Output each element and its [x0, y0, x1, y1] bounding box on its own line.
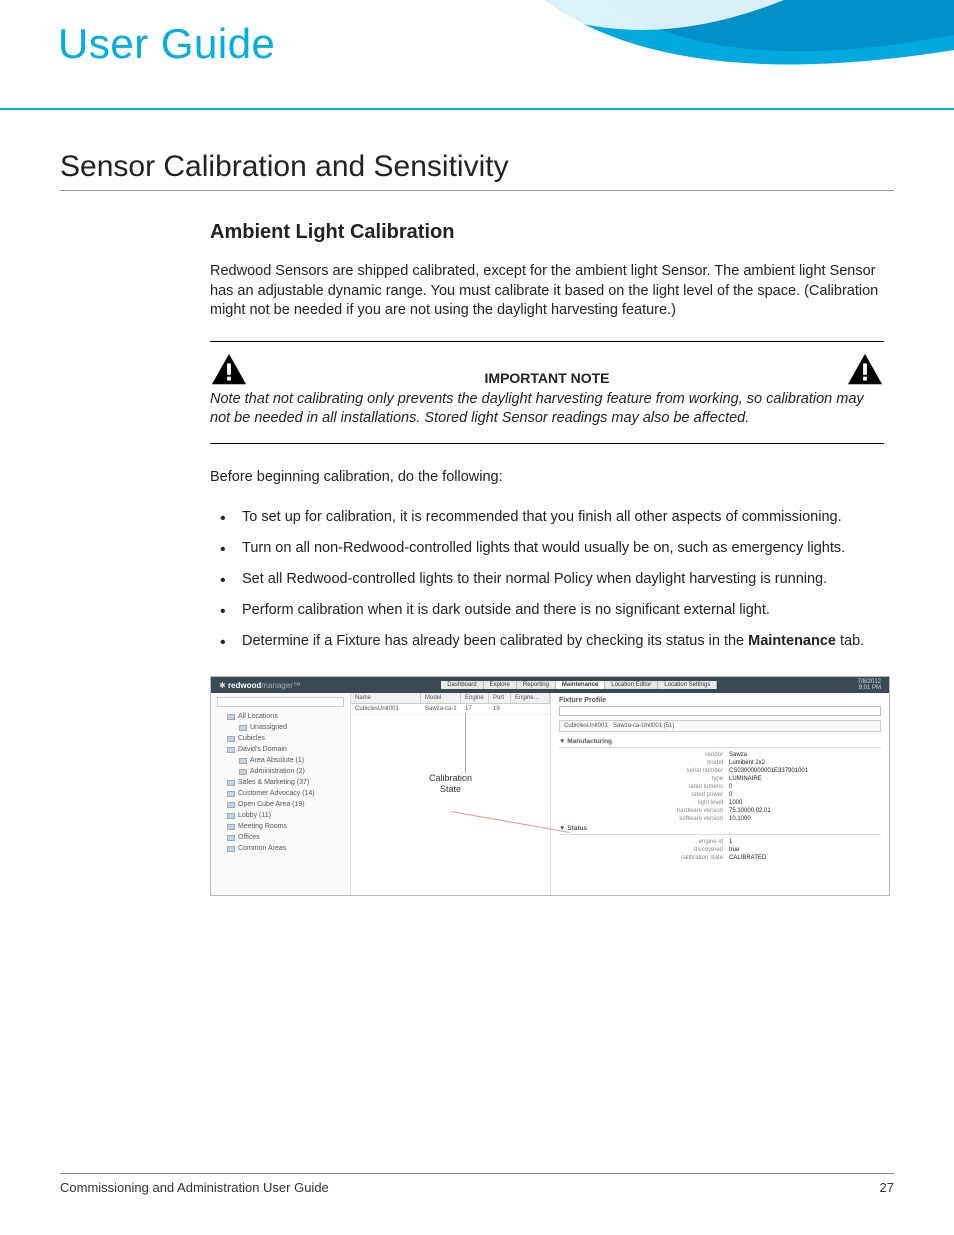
intro-paragraph: Redwood Sensors are shipped calibrated, … [210, 262, 884, 321]
tree-item[interactable]: David's Domain [217, 744, 344, 755]
app-titlebar: ✱ redwoodmanager™ Dashboard Explore Repo… [211, 677, 889, 693]
tab-dashboard[interactable]: Dashboard [441, 681, 483, 689]
table-row[interactable]: CubiclesUnit001 Sawza-ca-1 17 19 [351, 704, 550, 715]
note-body: Note that not calibrating only prevents … [210, 390, 884, 429]
lead-paragraph: Before beginning calibration, do the fol… [210, 468, 884, 488]
property-row: rated power0 [559, 791, 881, 799]
property-row: discoveredtrue [559, 846, 881, 854]
app-logo: ✱ redwoodmanager™ [219, 681, 301, 690]
tab-location-editor[interactable]: Location Editor [605, 681, 658, 689]
tab-explore[interactable]: Explore [484, 681, 517, 689]
section-manufacturing[interactable]: ▼ Manufacturing [559, 736, 881, 748]
list-item-text: tab. [836, 633, 864, 649]
col-engine: Engine [461, 693, 489, 703]
panel-title: Fixture Profile [559, 697, 881, 704]
search-input[interactable] [217, 697, 344, 707]
warning-icon [210, 352, 248, 386]
list-item: Set all Redwood-controlled lights to the… [238, 569, 884, 590]
note-title: IMPORTANT NOTE [248, 370, 846, 386]
app-tabs: Dashboard Explore Reporting Maintenance … [441, 681, 717, 689]
tree-item[interactable]: Lobby (11) [217, 810, 344, 821]
list-item-bold: Maintenance [748, 633, 836, 649]
list-item: Determine if a Fixture has already been … [238, 631, 884, 652]
tree-item[interactable]: Cubicles [217, 733, 344, 744]
property-row: vendorSawza [559, 751, 881, 759]
col-engine2: Engine… [511, 693, 550, 703]
list-item: Turn on all non-Redwood-controlled light… [238, 538, 884, 559]
fixture-table: Name Model Engine Port Engine… CubiclesU… [351, 693, 551, 895]
list-item-text: Determine if a Fixture has already been … [242, 633, 748, 649]
col-port: Port [489, 693, 511, 703]
bullet-list: To set up for calibration, it is recomme… [210, 507, 884, 652]
app-timestamp: 7/8/2012 9:01 PM [858, 679, 881, 691]
tree-item[interactable]: All Locations [217, 711, 344, 722]
warning-icon [846, 352, 884, 386]
profile-subtitle: CubiclesUnit001 · Sawza-ca-Unit001 (51) [559, 720, 881, 732]
property-row: engine id1 [559, 838, 881, 846]
subsection-heading: Ambient Light Calibration [210, 221, 884, 244]
important-note-box: IMPORTANT NOTE Note that not calibrating… [210, 341, 884, 444]
header-title: User Guide [58, 20, 275, 68]
location-tree: All LocationsUnassignedCubiclesDavid's D… [211, 693, 351, 895]
tree-item[interactable]: Area Absolute (1) [217, 755, 344, 766]
property-row: calibration stateCALIBRATED [559, 854, 881, 862]
page-footer: Commissioning and Administration User Gu… [60, 1173, 894, 1195]
property-row: serial numberCS03000000001E337901001 [559, 767, 881, 775]
embedded-screenshot: ✱ redwoodmanager™ Dashboard Explore Repo… [210, 676, 890, 896]
list-item: Perform calibration when it is dark outs… [238, 600, 884, 621]
col-model: Model [421, 693, 461, 703]
tree-item[interactable]: Meeting Rooms [217, 821, 344, 832]
tree-item[interactable]: Open Cube Area (19) [217, 799, 344, 810]
tree-item[interactable]: Sales & Marketing (37) [217, 777, 344, 788]
callout-line [465, 713, 466, 773]
tab-reporting[interactable]: Reporting [517, 681, 556, 689]
tree-item[interactable]: Customer Advocacy (14) [217, 788, 344, 799]
list-item: To set up for calibration, it is recomme… [238, 507, 884, 528]
tree-item[interactable]: Administration (2) [217, 766, 344, 777]
tab-location-settings[interactable]: Location Settings [658, 681, 717, 689]
property-row: typeLUMINAIRE [559, 775, 881, 783]
tab-maintenance[interactable]: Maintenance [556, 681, 605, 689]
header-swoosh [454, 0, 954, 110]
col-name: Name [351, 693, 421, 703]
callout-label: Calibration State [429, 773, 472, 795]
property-row: hardware version75.10000.02.01 [559, 807, 881, 815]
page-number: 27 [880, 1180, 894, 1195]
fixture-profile-panel: Fixture Profile CubiclesUnit001 · Sawza-… [551, 693, 889, 895]
page-header: User Guide [0, 0, 954, 110]
tree-item[interactable]: Unassigned [217, 722, 344, 733]
property-row: rated lumens0 [559, 783, 881, 791]
profile-select[interactable] [559, 706, 881, 716]
property-row: light level1000 [559, 799, 881, 807]
tree-item[interactable]: Common Areas [217, 843, 344, 854]
property-row: modelLumibent 2x2 [559, 759, 881, 767]
section-status[interactable]: ▼ Status [559, 823, 881, 835]
footer-title: Commissioning and Administration User Gu… [60, 1180, 329, 1195]
tree-item[interactable]: Offices [217, 832, 344, 843]
property-row: software version10.1000 [559, 815, 881, 823]
section-heading: Sensor Calibration and Sensitivity [60, 150, 894, 191]
